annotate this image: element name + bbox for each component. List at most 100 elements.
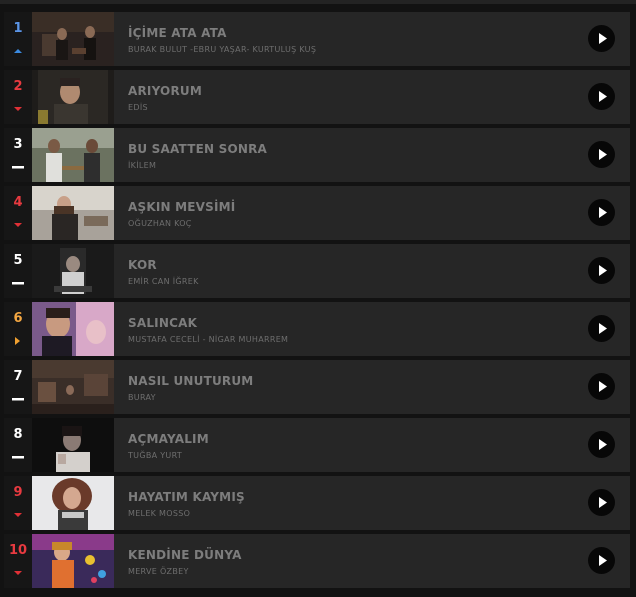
video-thumbnail[interactable] (32, 360, 114, 414)
song-info[interactable]: İÇİME ATA ATA BURAK BULUT -EBRU YAŞAR- K… (114, 12, 630, 66)
rank-number: 2 (13, 79, 23, 94)
chart-row[interactable]: 2 ARIYORUM EDİS (4, 70, 630, 124)
song-artist[interactable]: MUSTAFA CECELİ - NİGAR MUHARREM (128, 335, 288, 344)
trend-down-icon (12, 98, 24, 111)
rank-cell: 4 (4, 186, 32, 240)
chart-row[interactable]: 7 NASIL UNUTURUM BURAY (4, 360, 630, 414)
trend-down-icon (12, 562, 24, 575)
rank-number: 10 (8, 543, 28, 558)
song-info[interactable]: KENDİNE DÜNYA MERVE ÖZBEY (114, 534, 630, 588)
chart-row[interactable]: 6 SALINCAK MUSTAFA CECELİ - NİGAR MUHARR… (4, 302, 630, 356)
chart-row[interactable]: 8 AÇMAYALIM TUĞBA YURT (4, 418, 630, 472)
song-title[interactable]: HAYATIM KAYMIŞ (128, 490, 245, 504)
song-artist[interactable]: BURAY (128, 393, 156, 402)
chart-row[interactable]: 5 KOR EMİR CAN İĞREK (4, 244, 630, 298)
trend-same-icon (12, 446, 24, 459)
video-thumbnail[interactable] (32, 534, 114, 588)
rank-number: 8 (13, 427, 23, 442)
rank-number: 4 (13, 195, 23, 210)
video-thumbnail[interactable] (32, 302, 114, 356)
trend-same-icon (12, 272, 24, 285)
play-icon (599, 33, 607, 44)
play-icon (599, 207, 607, 218)
rank-cell: 10 (4, 534, 32, 588)
play-button[interactable] (588, 315, 615, 342)
song-info[interactable]: AÇMAYALIM TUĞBA YURT (114, 418, 630, 472)
song-artist[interactable]: EDİS (128, 103, 148, 112)
song-title[interactable]: KENDİNE DÜNYA (128, 548, 242, 562)
chart-row[interactable]: 3 BU SAATTEN SONRA İKİLEM (4, 128, 630, 182)
play-button[interactable] (588, 25, 615, 52)
song-artist[interactable]: OĞUZHAN KOÇ (128, 219, 192, 228)
rank-number: 6 (13, 311, 23, 326)
play-button[interactable] (588, 141, 615, 168)
play-button[interactable] (588, 547, 615, 574)
play-icon (599, 497, 607, 508)
song-title[interactable]: KOR (128, 258, 157, 272)
song-info[interactable]: KOR EMİR CAN İĞREK (114, 244, 630, 298)
song-artist[interactable]: TUĞBA YURT (128, 451, 182, 460)
song-info[interactable]: SALINCAK MUSTAFA CECELİ - NİGAR MUHARREM (114, 302, 630, 356)
video-thumbnail[interactable] (32, 12, 114, 66)
video-thumbnail[interactable] (32, 476, 114, 530)
video-thumbnail[interactable] (32, 128, 114, 182)
chart-row[interactable]: 10 KENDİNE DÜNYA MERVE ÖZBEY (4, 534, 630, 588)
trend-up-icon (12, 40, 24, 53)
rank-cell: 8 (4, 418, 32, 472)
rank-cell: 6 (4, 302, 32, 356)
play-icon (599, 323, 607, 334)
song-title[interactable]: AÇMAYALIM (128, 432, 209, 446)
play-icon (599, 91, 607, 102)
play-icon (599, 381, 607, 392)
trend-same-icon (12, 156, 24, 169)
song-title[interactable]: İÇİME ATA ATA (128, 26, 227, 40)
chart-row[interactable]: 1 İÇİME ATA ATA BURAK BULUT -EBRU YAŞAR-… (4, 12, 630, 66)
video-thumbnail[interactable] (32, 244, 114, 298)
trend-new-icon (12, 330, 24, 345)
top-divider (0, 0, 636, 4)
song-artist[interactable]: MERVE ÖZBEY (128, 567, 189, 576)
song-title[interactable]: AŞKIN MEVSİMİ (128, 200, 235, 214)
play-button[interactable] (588, 489, 615, 516)
play-button[interactable] (588, 257, 615, 284)
rank-cell: 7 (4, 360, 32, 414)
song-info[interactable]: HAYATIM KAYMIŞ MELEK MOSSO (114, 476, 630, 530)
video-thumbnail[interactable] (32, 418, 114, 472)
song-info[interactable]: ARIYORUM EDİS (114, 70, 630, 124)
song-artist[interactable]: EMİR CAN İĞREK (128, 277, 199, 286)
rank-number: 9 (13, 485, 23, 500)
play-icon (599, 555, 607, 566)
song-title[interactable]: ARIYORUM (128, 84, 202, 98)
play-button[interactable] (588, 431, 615, 458)
chart-row[interactable]: 9 HAYATIM KAYMIŞ MELEK MOSSO (4, 476, 630, 530)
song-info[interactable]: BU SAATTEN SONRA İKİLEM (114, 128, 630, 182)
trend-same-icon (12, 388, 24, 401)
rank-number: 1 (13, 21, 23, 36)
rank-cell: 5 (4, 244, 32, 298)
song-artist[interactable]: MELEK MOSSO (128, 509, 190, 518)
song-info[interactable]: AŞKIN MEVSİMİ OĞUZHAN KOÇ (114, 186, 630, 240)
video-thumbnail[interactable] (32, 70, 114, 124)
rank-cell: 9 (4, 476, 32, 530)
play-button[interactable] (588, 83, 615, 110)
video-thumbnail[interactable] (32, 186, 114, 240)
rank-cell: 1 (4, 12, 32, 66)
song-title[interactable]: NASIL UNUTURUM (128, 374, 253, 388)
song-artist[interactable]: İKİLEM (128, 161, 156, 170)
song-title[interactable]: SALINCAK (128, 316, 197, 330)
rank-number: 3 (13, 137, 23, 152)
song-artist[interactable]: BURAK BULUT -EBRU YAŞAR- KURTULUŞ KUŞ (128, 45, 316, 54)
trend-down-icon (12, 504, 24, 517)
chart-row[interactable]: 4 AŞKIN MEVSİMİ OĞUZHAN KOÇ (4, 186, 630, 240)
song-info[interactable]: NASIL UNUTURUM BURAY (114, 360, 630, 414)
play-button[interactable] (588, 199, 615, 226)
rank-number: 7 (13, 369, 23, 384)
rank-number: 5 (13, 253, 23, 268)
play-button[interactable] (588, 373, 615, 400)
trend-down-icon (12, 214, 24, 227)
play-icon (599, 439, 607, 450)
play-icon (599, 149, 607, 160)
rank-cell: 2 (4, 70, 32, 124)
song-title[interactable]: BU SAATTEN SONRA (128, 142, 267, 156)
play-icon (599, 265, 607, 276)
